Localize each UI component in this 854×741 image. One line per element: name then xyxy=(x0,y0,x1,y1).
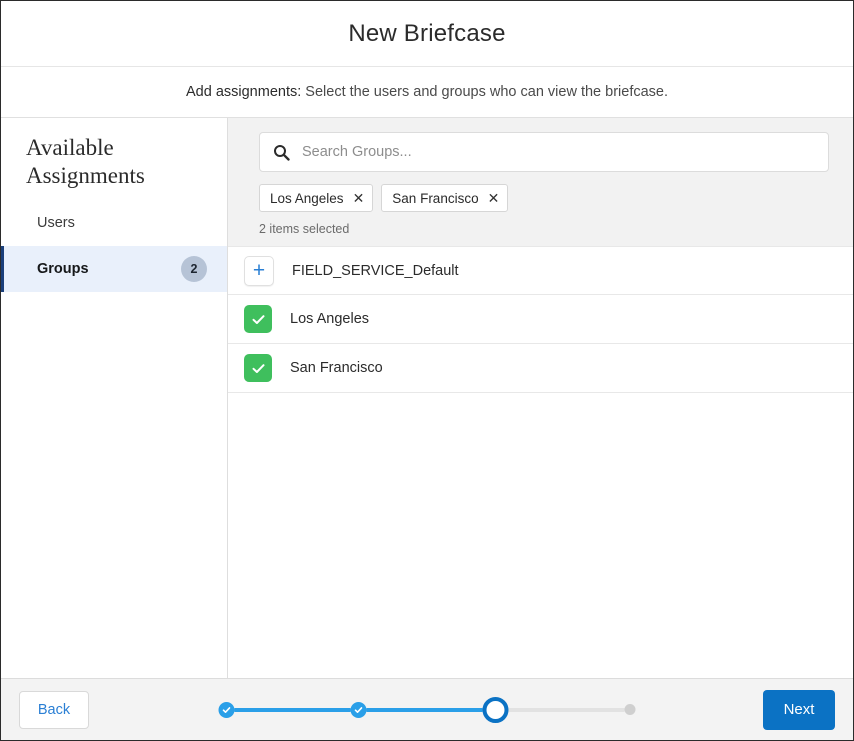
instruction-rest: Select the users and groups who can view… xyxy=(301,84,668,100)
sidebar-item-label: Groups xyxy=(37,261,89,277)
close-icon[interactable]: ✕ xyxy=(353,191,365,205)
search-box[interactable] xyxy=(259,132,829,172)
add-button[interactable]: + xyxy=(244,255,274,286)
list-item-label: FIELD_SERVICE_Default xyxy=(292,262,459,279)
sidebar-item-groups[interactable]: Groups 2 xyxy=(1,246,227,292)
check-icon xyxy=(252,314,264,324)
search-zone: Los Angeles ✕ San Francisco ✕ 2 items se… xyxy=(228,118,853,246)
step-connector-3 xyxy=(508,707,625,712)
progress-indicator xyxy=(218,696,636,723)
sidebar-item-label: Users xyxy=(37,215,75,231)
selected-chips: Los Angeles ✕ San Francisco ✕ xyxy=(259,184,829,212)
check-icon xyxy=(354,706,363,713)
chip-label: San Francisco xyxy=(392,190,479,206)
main-panel: Los Angeles ✕ San Francisco ✕ 2 items se… xyxy=(228,118,853,678)
check-icon xyxy=(252,363,264,373)
search-icon xyxy=(272,143,290,161)
back-button[interactable]: Back xyxy=(19,690,89,729)
dialog-body: Available Assignments Users Groups 2 Sea… xyxy=(1,118,853,678)
list-item-label: San Francisco xyxy=(290,360,383,376)
sidebar: Available Assignments Users Groups 2 xyxy=(1,118,228,678)
step-2-complete-icon[interactable] xyxy=(350,701,367,718)
instruction-text: Add assignments: Select the users and gr… xyxy=(186,84,668,100)
chip-san-francisco: San Francisco ✕ xyxy=(381,184,509,212)
sidebar-heading: Available Assignments xyxy=(26,135,145,188)
plus-icon: + xyxy=(252,259,266,282)
close-icon[interactable]: ✕ xyxy=(488,191,500,205)
instruction-lead: Add assignments: xyxy=(186,84,302,100)
status-badge: 2 xyxy=(181,256,207,282)
groups-list: + FIELD_SERVICE_Default Los Angeles San … xyxy=(228,246,853,393)
selected-count-text: 2 items selected xyxy=(259,222,350,236)
step-3-active-icon[interactable] xyxy=(482,696,509,723)
new-briefcase-dialog: New Briefcase Add assignments: Select th… xyxy=(0,0,854,741)
list-item[interactable]: + FIELD_SERVICE_Default xyxy=(228,246,853,295)
chip-los-angeles: Los Angeles ✕ xyxy=(259,184,374,212)
search-input[interactable] xyxy=(300,143,816,161)
dialog-footer: Back Next xyxy=(1,678,853,740)
next-button[interactable]: Next xyxy=(763,689,835,730)
check-icon xyxy=(222,706,231,713)
dialog-subheader: Add assignments: Select the users and gr… xyxy=(1,67,853,118)
chip-label: Los Angeles xyxy=(270,190,344,206)
step-1-complete-icon[interactable] xyxy=(218,701,235,718)
dialog-header: New Briefcase xyxy=(1,1,853,67)
step-4-pending-icon[interactable] xyxy=(624,704,636,715)
checkbox-checked[interactable] xyxy=(244,305,272,333)
page-title: New Briefcase xyxy=(348,19,506,47)
list-item-label: Los Angeles xyxy=(290,311,370,327)
list-item[interactable]: San Francisco xyxy=(228,344,853,393)
step-connector-1 xyxy=(234,707,351,712)
sidebar-item-users[interactable]: Users xyxy=(1,200,227,246)
list-item[interactable]: Los Angeles xyxy=(228,295,853,344)
checkbox-checked[interactable] xyxy=(244,354,272,382)
step-connector-2 xyxy=(366,707,483,712)
